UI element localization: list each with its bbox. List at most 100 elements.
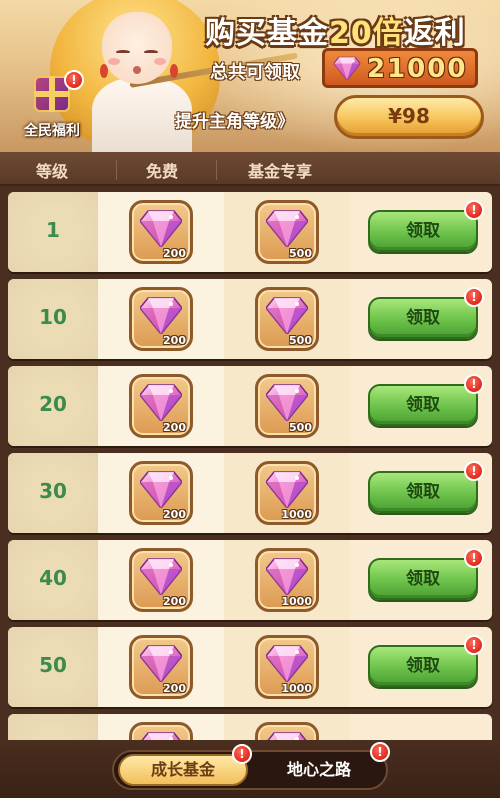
header-banner: ! 全民福利 购买基金20倍返利 总共可领取 21000 提升主角等级》 ¥98	[0, 0, 500, 152]
column-divider	[216, 160, 217, 180]
claim-button[interactable]: 领取 !	[368, 461, 484, 513]
fund-reward-item[interactable]: 1000	[255, 635, 319, 699]
gem-icon	[140, 470, 182, 508]
claim-alert-badge: !	[464, 461, 484, 481]
total-claimable-box: 21000	[322, 48, 478, 88]
reward-quantity: 200	[163, 682, 186, 695]
reward-quantity: 200	[163, 334, 186, 347]
reward-quantity: 500	[289, 247, 312, 260]
claim-label: 领取	[406, 656, 440, 676]
gem-icon	[140, 383, 182, 421]
tab-alert-badge: !	[370, 742, 390, 762]
claim-button[interactable]: 领取 !	[368, 374, 484, 426]
fund-reward-item[interactable]: 500	[255, 200, 319, 264]
reward-row: 40 200 1000 领取 !	[8, 540, 492, 620]
column-free: 免费	[146, 162, 179, 181]
gift-label: 全民福利	[24, 123, 80, 139]
gem-icon	[140, 644, 182, 682]
total-claimable-label: 总共可领取	[210, 62, 300, 83]
gem-icon	[266, 644, 308, 682]
free-reward-cell: 200	[98, 366, 224, 446]
claim-alert-badge: !	[464, 200, 484, 220]
gem-icon	[266, 383, 308, 421]
claim-button[interactable]: 领取 !	[368, 635, 484, 687]
reward-quantity: 200	[163, 247, 186, 260]
fund-reward-cell: 500	[224, 192, 350, 272]
gift-alert-badge: !	[64, 70, 84, 90]
claim-button[interactable]: 领取 !	[368, 548, 484, 600]
claim-alert-badge: !	[464, 287, 484, 307]
free-reward-cell: 200	[98, 453, 224, 533]
bottom-tab-bar: 成长基金 ! 地心之路 !	[0, 740, 500, 798]
fund-reward-item[interactable]: 500	[255, 287, 319, 351]
reward-row: 50 200 1000 领取 !	[8, 627, 492, 707]
reward-quantity: 200	[163, 595, 186, 608]
tab-growth-fund-label: 成长基金	[150, 760, 215, 779]
claim-label: 领取	[406, 395, 440, 415]
level-value: 1	[46, 218, 60, 242]
free-reward-item[interactable]: 200	[129, 374, 193, 438]
gem-icon	[266, 557, 308, 595]
title-suffix: 返利	[403, 16, 466, 51]
hero-eye-right	[144, 50, 158, 54]
claim-alert-badge: !	[464, 635, 484, 655]
free-reward-cell: 200	[98, 627, 224, 707]
column-header: 等级 免费 基金专享	[0, 152, 500, 186]
reward-quantity: 500	[289, 421, 312, 434]
claim-button[interactable]: 领取 !	[368, 200, 484, 252]
fund-reward-item[interactable]: 500	[255, 374, 319, 438]
free-reward-cell: 200	[98, 192, 224, 272]
tab-switcher: 成长基金 ! 地心之路 !	[112, 742, 390, 790]
gem-icon	[140, 209, 182, 247]
free-reward-item[interactable]: 200	[129, 287, 193, 351]
free-reward-item[interactable]: 200	[129, 200, 193, 264]
claim-label: 领取	[406, 221, 440, 241]
gem-icon	[266, 209, 308, 247]
reward-quantity: 1000	[281, 595, 312, 608]
fund-reward-cell: 1000	[224, 453, 350, 533]
free-reward-item[interactable]: 200	[129, 461, 193, 525]
fund-reward-cell: 1000	[224, 627, 350, 707]
upgrade-hero-level-link[interactable]: 提升主角等级》	[175, 107, 294, 132]
tab-earth-core-road-label: 地心之路	[286, 760, 351, 779]
reward-quantity: 200	[163, 421, 186, 434]
reward-list[interactable]: 1 200 500 领取 ! 10 200 500 领取 ! 20 200 50…	[0, 186, 500, 746]
hero-face	[102, 12, 172, 84]
free-reward-item[interactable]: 200	[129, 635, 193, 699]
price-label: ¥98	[388, 104, 430, 128]
total-claimable-value: 21000	[367, 54, 468, 84]
fund-reward-cell: 500	[224, 279, 350, 359]
level-value: 50	[39, 653, 67, 677]
reward-quantity: 1000	[281, 508, 312, 521]
welfare-gift-button[interactable]: ! 全民福利	[12, 70, 92, 142]
level-value: 40	[39, 566, 67, 590]
level-value: 20	[39, 392, 67, 416]
free-reward-item[interactable]: 200	[129, 548, 193, 612]
gem-icon	[140, 557, 182, 595]
fund-reward-cell: 1000	[224, 540, 350, 620]
hero-eye-left	[116, 50, 130, 54]
claim-alert-badge: !	[464, 374, 484, 394]
reward-quantity: 1000	[281, 682, 312, 695]
claim-label: 领取	[406, 308, 440, 328]
gem-icon	[140, 296, 182, 334]
fund-reward-item[interactable]: 1000	[255, 461, 319, 525]
tab-earth-core-road[interactable]: 地心之路 !	[254, 742, 390, 786]
gem-icon	[266, 470, 308, 508]
column-level: 等级	[36, 162, 69, 181]
claim-alert-badge: !	[464, 548, 484, 568]
hero-cheek-right	[154, 58, 166, 65]
gem-icon	[266, 296, 308, 334]
buy-fund-price-button[interactable]: ¥98	[334, 95, 484, 139]
reward-quantity: 500	[289, 334, 312, 347]
claim-button[interactable]: 领取 !	[368, 287, 484, 339]
reward-row: 20 200 500 领取 !	[8, 366, 492, 446]
fund-reward-cell: 500	[224, 366, 350, 446]
title-multiplier: 20倍	[329, 16, 404, 51]
fund-reward-item[interactable]: 1000	[255, 548, 319, 612]
claim-label: 领取	[406, 569, 440, 589]
hero-mouth	[133, 66, 141, 74]
gem-icon	[333, 56, 361, 80]
tab-growth-fund[interactable]: 成长基金 !	[118, 744, 252, 786]
fund-title: 购买基金20倍返利	[205, 8, 495, 51]
